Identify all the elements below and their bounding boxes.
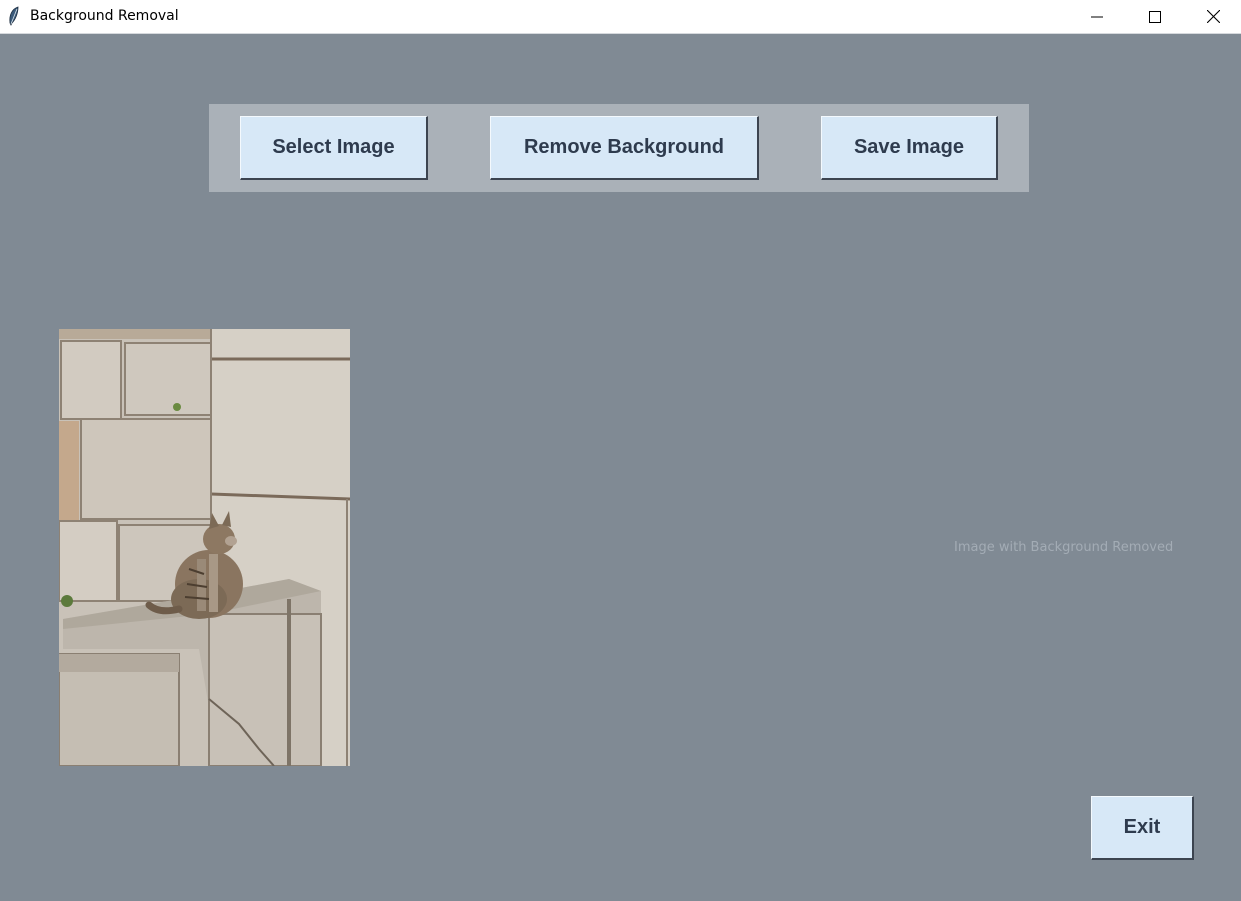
remove-background-button[interactable]: Remove Background: [490, 116, 759, 180]
maximize-icon: [1149, 10, 1161, 23]
close-icon: [1206, 10, 1220, 23]
window-title: Background Removal: [30, 8, 179, 24]
exit-button[interactable]: Exit: [1091, 796, 1194, 860]
minimize-icon: [1091, 16, 1103, 17]
save-image-button[interactable]: Save Image: [821, 116, 998, 180]
select-image-button[interactable]: Select Image: [240, 116, 428, 180]
feather-icon: [9, 6, 19, 26]
original-image: [59, 329, 350, 766]
minimize-button[interactable]: [1068, 0, 1126, 33]
title-bar: Background Removal: [0, 0, 1241, 34]
toolbar: Select Image Remove Background Save Imag…: [209, 104, 1029, 192]
result-image-label: Image with Background Removed: [954, 540, 1174, 555]
app-window: Background Removal Select Image Remove B…: [0, 0, 1241, 901]
maximize-button[interactable]: [1126, 0, 1184, 33]
close-button[interactable]: [1184, 0, 1241, 33]
